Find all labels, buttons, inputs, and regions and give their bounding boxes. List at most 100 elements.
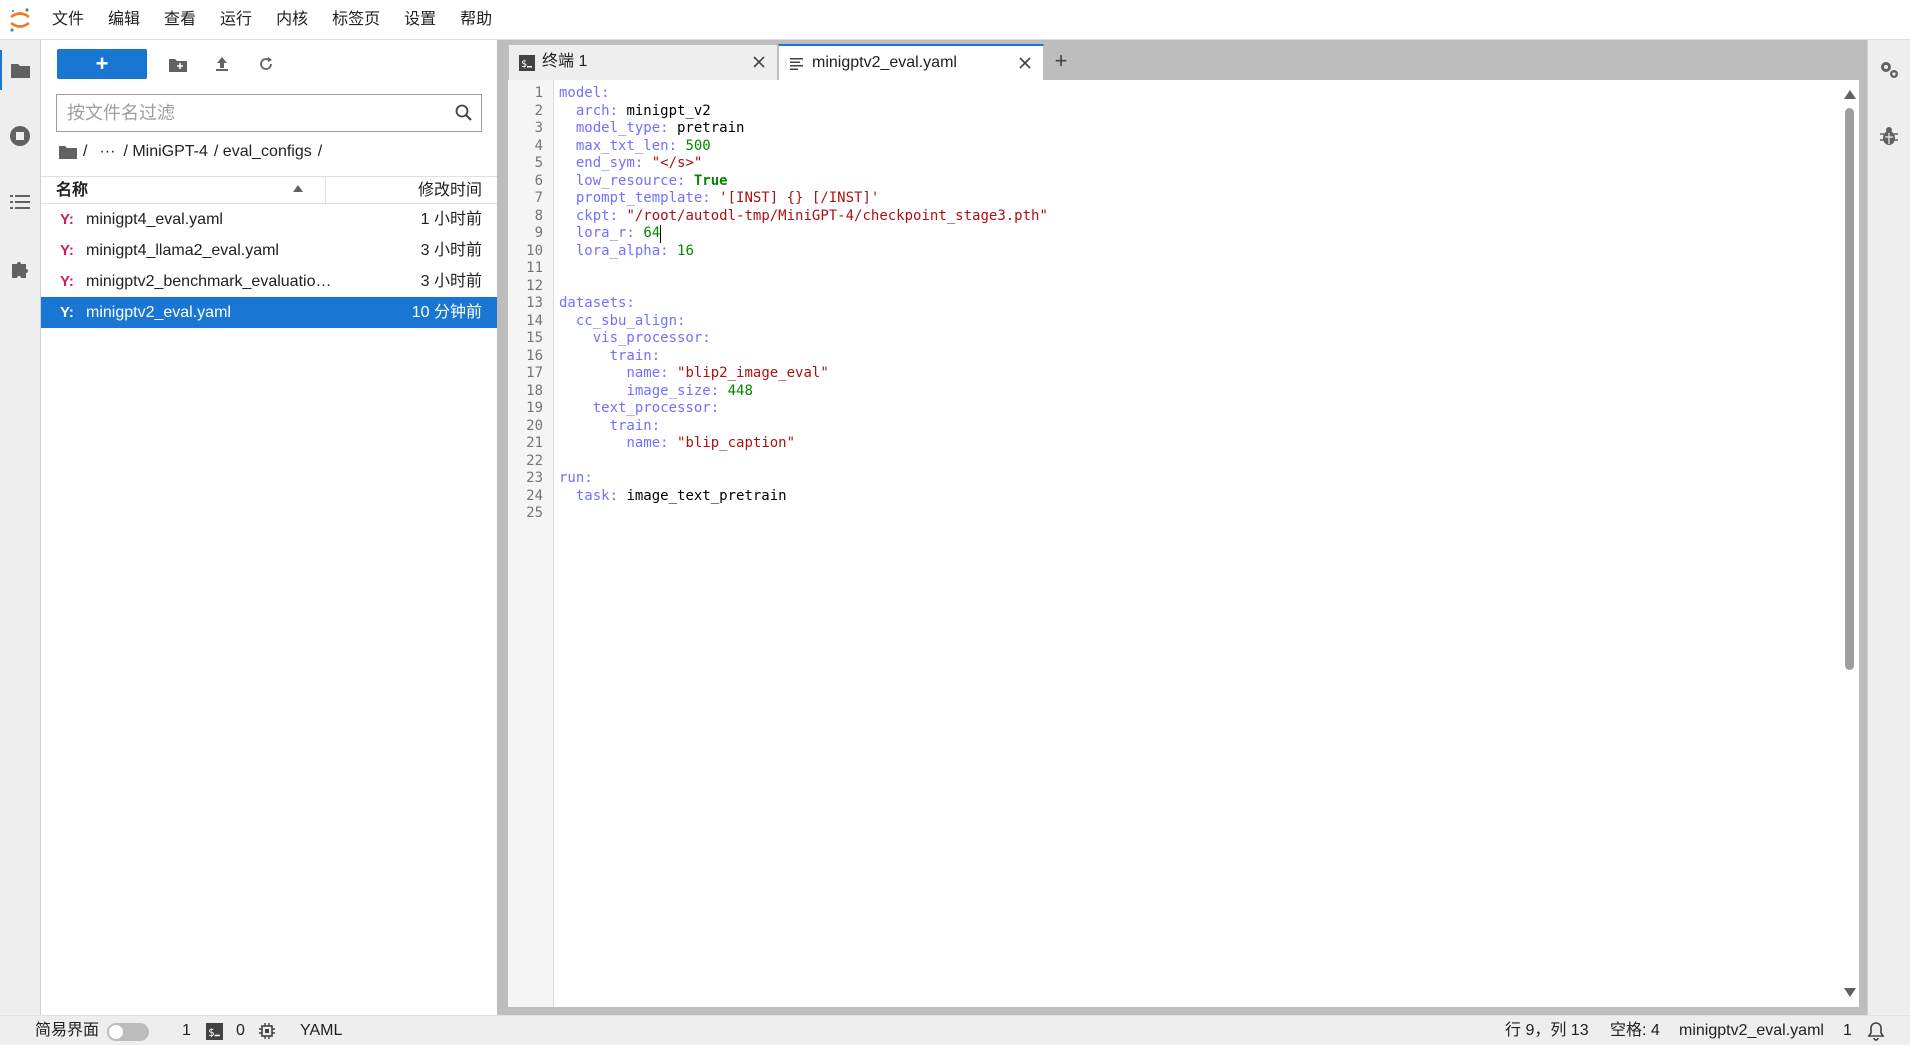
notification-count[interactable]: 1 <box>1843 1016 1852 1046</box>
menu-item[interactable]: 内核 <box>264 0 320 40</box>
menu-item[interactable]: 编辑 <box>96 0 152 40</box>
menu-item[interactable]: 帮助 <box>448 0 504 40</box>
line-number: 10 <box>526 242 543 259</box>
terminal-count[interactable]: 0 <box>236 1016 245 1046</box>
line-number: 18 <box>526 382 543 399</box>
language-mode[interactable]: YAML <box>300 1016 342 1046</box>
upload-button[interactable] <box>207 49 237 79</box>
file-row[interactable]: Y: minigptv2_benchmark_evaluation.yaml 3 小… <box>41 266 497 297</box>
code-line: text_processor: <box>559 400 719 416</box>
code-line: cc_sbu_align: <box>559 312 686 329</box>
menu-item[interactable]: 运行 <box>208 0 264 40</box>
code-editor[interactable]: 1 2 3 4 5 6 7 8 9 10 11 12 13 14 15 16 17 18 19 20 21 22 23 24 2… <box>508 80 1859 1007</box>
cursor-position[interactable]: 行 9，列 13 <box>1505 1016 1589 1046</box>
line-number-gutter: 1 2 3 4 5 6 7 8 9 10 11 12 13 14 15 16 17 18 19 20 21 22 23 24 2… <box>508 80 554 1007</box>
line-number: 25 <box>526 505 543 521</box>
property-inspector-icon[interactable] <box>1869 50 1909 90</box>
scroll-down-arrow-icon[interactable] <box>1844 988 1856 997</box>
file-row[interactable]: Y: minigptv2_eval.yaml 10 分钟前 <box>41 297 497 328</box>
yaml-file-icon: Y: <box>60 273 74 290</box>
yaml-file-icon: Y: <box>60 304 74 321</box>
code-token: image_text_pretrain <box>618 487 787 504</box>
debugger-icon[interactable] <box>1869 116 1909 156</box>
line-number: 14 <box>526 312 543 329</box>
scrollbar-thumb[interactable] <box>1845 108 1854 670</box>
close-icon[interactable] <box>1017 55 1033 71</box>
indent-setting[interactable]: 空格: 4 <box>1610 1016 1660 1046</box>
tab-terminal[interactable]: $ 终端 1 <box>508 44 778 80</box>
code-token: cc_sbu_align: <box>575 312 686 329</box>
new-folder-button[interactable] <box>163 49 193 79</box>
running-sessions-icon[interactable] <box>0 116 40 156</box>
menu-item[interactable]: 查看 <box>152 0 208 40</box>
line-number: 8 <box>534 207 543 224</box>
code-token: datasets: <box>559 295 635 311</box>
tab-label: 终端 1 <box>542 53 588 70</box>
code-line: vis_processor: <box>559 330 711 346</box>
breadcrumb-eval-configs[interactable]: / eval_configs <box>214 143 312 161</box>
cpu-chip-icon[interactable] <box>258 1022 276 1040</box>
column-name-label: 名称 <box>56 182 89 199</box>
code-token: max_txt_len: <box>575 137 678 154</box>
terminal-icon[interactable]: $ <box>206 1023 223 1040</box>
line-number: 6 <box>534 172 543 189</box>
file-browser-icon[interactable] <box>0 50 40 90</box>
breadcrumb-root[interactable]: / <box>83 143 87 161</box>
line-number: 2 <box>534 102 543 119</box>
line-number: 23 <box>526 470 543 486</box>
breadcrumb-minigpt4[interactable]: / MiniGPT-4 <box>123 143 207 161</box>
refresh-button[interactable] <box>251 49 281 79</box>
kernel-count[interactable]: 1 <box>182 1016 191 1046</box>
code-line: datasets: <box>559 295 635 311</box>
menu-item[interactable]: 标签页 <box>320 0 392 40</box>
code-token: '[INST] {} [/INST]' <box>719 190 880 206</box>
new-launcher-button[interactable]: + <box>57 49 147 79</box>
code-token: "</s>" <box>651 155 703 171</box>
notification-bell-icon[interactable] <box>1866 1021 1886 1041</box>
tab-minigptv2-eval[interactable]: minigptv2_eval.yaml <box>778 44 1044 81</box>
tab-bar: $ 终端 1 minigptv2_eval.yaml + <box>508 40 1867 81</box>
line-number: 9 <box>534 225 543 241</box>
filter-field[interactable] <box>56 94 482 132</box>
simple-mode-toggle[interactable] <box>107 1023 149 1041</box>
scroll-up-arrow-icon[interactable] <box>1844 90 1856 99</box>
code-token: task: <box>575 487 619 504</box>
table-of-contents-icon[interactable] <box>0 182 40 222</box>
code-token: model: <box>559 85 610 101</box>
jupyter-logo-icon <box>0 0 40 40</box>
menu-item[interactable]: 文件 <box>40 0 96 40</box>
code-line: end_sym: "</s>" <box>559 155 702 171</box>
code-token: prompt_template: <box>575 190 711 206</box>
line-number: 16 <box>526 347 543 364</box>
filter-input[interactable] <box>57 95 437 131</box>
toggle-knob <box>109 1025 123 1039</box>
file-name: minigptv2_eval.yaml <box>86 304 231 321</box>
column-modified-header[interactable]: 修改时间 <box>418 177 482 204</box>
vertical-scrollbar[interactable] <box>1843 90 1856 997</box>
breadcrumb-ellipsis[interactable]: ··· <box>99 143 115 161</box>
refresh-icon <box>260 57 272 70</box>
yaml-file-icon: Y: <box>60 242 74 259</box>
text-cursor <box>660 225 662 243</box>
current-filename: minigptv2_eval.yaml <box>1679 1022 1824 1039</box>
file-row[interactable]: Y: minigpt4_eval.yaml 1 小时前 <box>41 204 497 235</box>
add-tab-button[interactable]: + <box>1046 46 1076 76</box>
line-number: 19 <box>526 400 543 416</box>
menu-item[interactable]: 设置 <box>392 0 448 40</box>
file-row[interactable]: Y: minigpt4_llama2_eval.yaml 3 小时前 <box>41 235 497 266</box>
column-name-header[interactable]: 名称 <box>41 177 326 205</box>
home-folder-icon[interactable] <box>59 145 77 159</box>
line-number: 21 <box>526 435 543 451</box>
menu-bar: 文件 编辑 查看 运行 内核 标签页 设置 帮助 <box>0 0 1910 40</box>
code-line: train: <box>559 418 661 434</box>
code-token: image_size: <box>626 382 720 399</box>
extension-manager-icon[interactable] <box>0 248 40 288</box>
close-icon[interactable] <box>751 54 767 70</box>
panel-split-handle[interactable] <box>497 40 508 1015</box>
